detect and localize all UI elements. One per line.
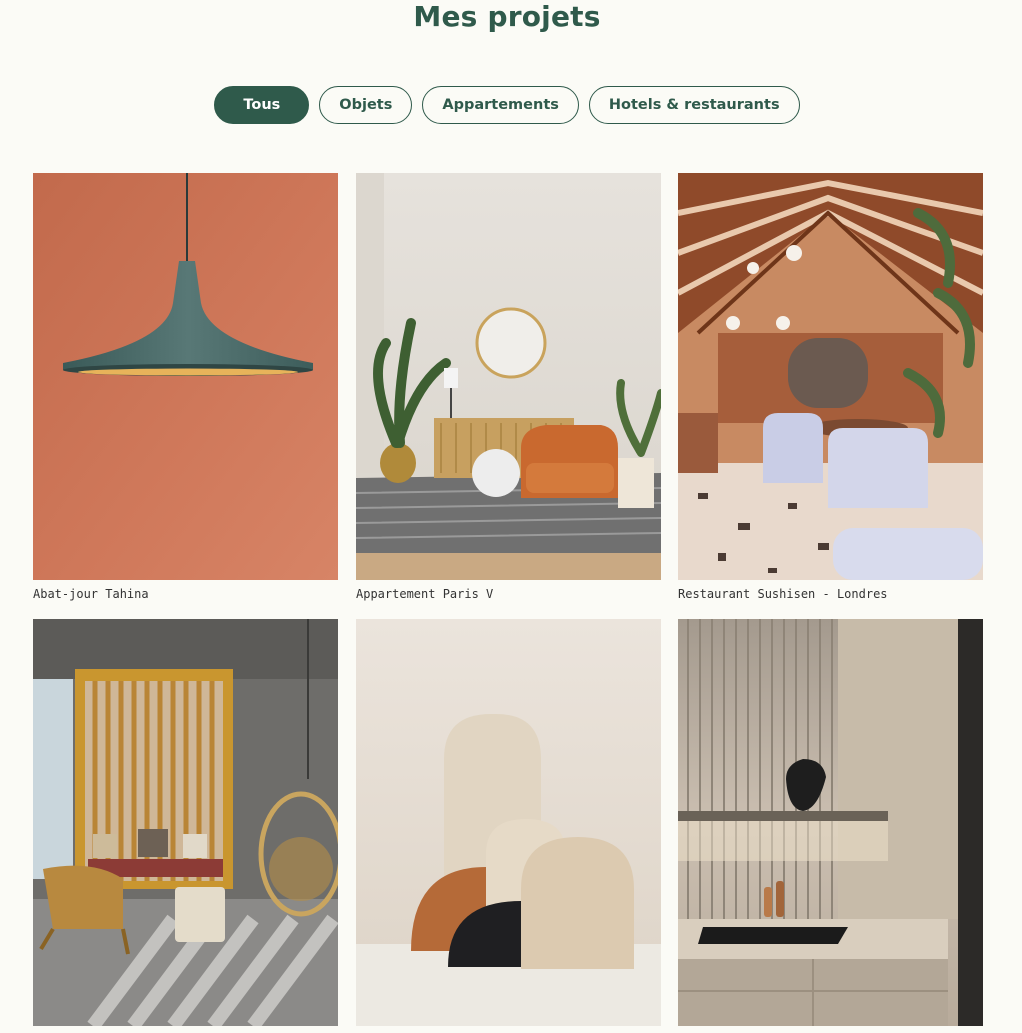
project-image-kitchen[interactable] [678,619,983,1026]
project-card[interactable]: Abat-jour Tahina [33,173,338,602]
project-image-lamp[interactable] [33,173,338,580]
project-card[interactable]: Appartement Paris V [356,173,661,602]
project-image-hanging-chair-room[interactable] [33,619,338,1026]
page-title: Mes projets [413,0,601,33]
filter-bar: Tous Objets Appartements Hotels & restau… [0,86,1014,124]
filter-tous-button[interactable]: Tous [214,86,310,124]
project-caption: Appartement Paris V [356,587,494,601]
project-image-arch-sculpture[interactable] [356,619,661,1026]
project-caption: Restaurant Sushisen - Londres [678,587,888,601]
project-card[interactable] [33,619,338,1032]
project-card[interactable] [678,619,983,1032]
filter-appartements-button[interactable]: Appartements [422,86,579,124]
filter-objets-button[interactable]: Objets [319,86,413,124]
project-caption: Abat-jour Tahina [33,587,149,601]
project-card[interactable] [356,619,661,1032]
project-card[interactable]: Restaurant Sushisen - Londres [678,173,983,602]
project-image-living-room[interactable] [356,173,661,580]
project-image-restaurant[interactable] [678,173,983,580]
filter-hotels-restaurants-button[interactable]: Hotels & restaurants [588,86,800,124]
